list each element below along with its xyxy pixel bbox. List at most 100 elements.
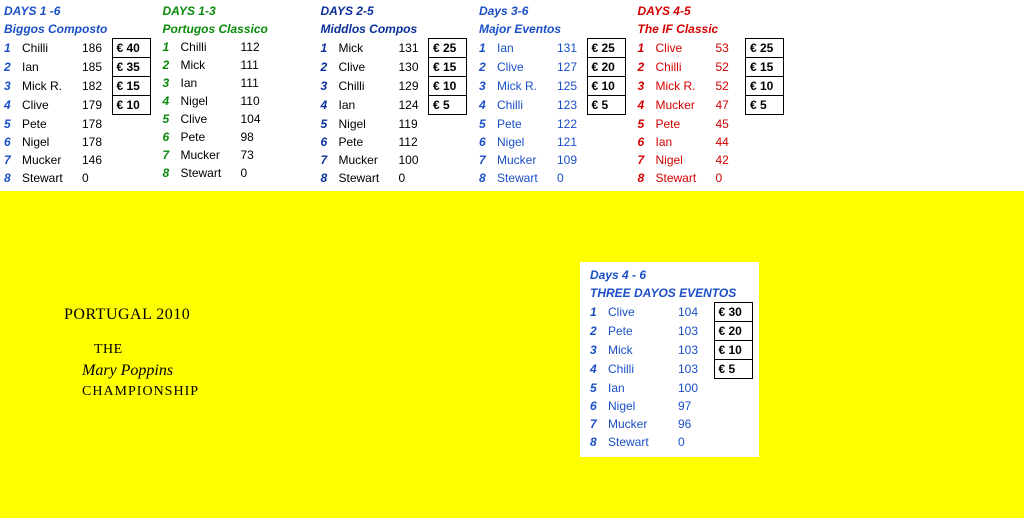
prize-cell: € 25: [429, 39, 467, 58]
table-row: 4Chilli103€ 5: [586, 360, 752, 379]
prize-cell: € 15: [112, 77, 150, 96]
table-row: 2Ian185€ 35: [0, 58, 150, 77]
table-row: 3Ian111: [159, 74, 309, 92]
table-row: 6Nigel121: [475, 133, 625, 151]
score-cell: 98: [237, 128, 271, 146]
table-row: 5Pete178: [0, 115, 150, 133]
rank-cell: 2: [475, 58, 493, 77]
table-row: 1Clive53€ 25: [634, 39, 784, 58]
table-row: 1Ian131€ 25: [475, 39, 625, 58]
rank-cell: 4: [317, 96, 335, 115]
header-competition-name: The IF Classic: [634, 20, 784, 39]
name-cell: Ian: [652, 133, 712, 151]
rank-cell: 5: [475, 115, 493, 133]
table-row: 1Chilli112: [159, 38, 309, 56]
score-cell: 0: [78, 169, 112, 187]
score-cell: 179: [78, 96, 112, 115]
rank-cell: 3: [586, 341, 604, 360]
prize-cell: [746, 133, 784, 151]
score-cell: 52: [712, 58, 746, 77]
score-cell: 111: [237, 74, 271, 92]
prize-cell: [271, 128, 309, 146]
table-row: 4Chilli123€ 5: [475, 96, 625, 115]
prize-cell: [587, 151, 625, 169]
prize-cell: € 35: [112, 58, 150, 77]
name-cell: Mucker: [335, 151, 395, 169]
prize-cell: € 10: [112, 96, 150, 115]
rank-cell: 4: [475, 96, 493, 115]
caption-line-3: Mary Poppins: [82, 362, 199, 380]
prize-cell: [112, 169, 150, 187]
prize-cell: € 10: [746, 77, 784, 96]
name-cell: Pete: [18, 115, 78, 133]
caption-line-2: THE: [94, 342, 199, 358]
table-row: 6Ian44: [634, 133, 784, 151]
score-cell: 186: [78, 39, 112, 58]
name-cell: Nigel: [652, 151, 712, 169]
prize-cell: € 25: [587, 39, 625, 58]
prize-cell: [587, 169, 625, 187]
score-cell: 52: [712, 77, 746, 96]
leaderboard-table: DAYS 1 -6Biggos Composto1Chilli186€ 402I…: [0, 2, 151, 187]
name-cell: Chilli: [604, 360, 674, 379]
rank-cell: 8: [317, 169, 335, 187]
name-cell: Mucker: [604, 415, 674, 433]
prize-cell: [714, 397, 752, 415]
rank-cell: 6: [634, 133, 652, 151]
prize-cell: € 40: [112, 39, 150, 58]
table-row: 2Chilli52€ 15: [634, 58, 784, 77]
rank-cell: 3: [475, 77, 493, 96]
prize-cell: [587, 115, 625, 133]
score-cell: 0: [712, 169, 746, 187]
score-cell: 182: [78, 77, 112, 96]
table-row: 8Stewart0: [0, 169, 150, 187]
prize-cell: € 5: [746, 96, 784, 115]
name-cell: Nigel: [335, 115, 395, 133]
name-cell: Pete: [493, 115, 553, 133]
score-cell: 119: [395, 115, 429, 133]
prize-cell: [714, 379, 752, 397]
name-cell: Nigel: [177, 92, 237, 110]
table-row: 2Clive130€ 15: [317, 58, 467, 77]
prize-cell: € 25: [746, 39, 784, 58]
name-cell: Clive: [177, 110, 237, 128]
table-row: 6Nigel178: [0, 133, 150, 151]
header-competition-name: Major Eventos: [475, 20, 625, 39]
prize-cell: € 10: [429, 77, 467, 96]
rank-cell: 7: [0, 151, 18, 169]
rank-cell: 6: [317, 133, 335, 151]
rank-cell: 8: [475, 169, 493, 187]
rank-cell: 6: [159, 128, 177, 146]
name-cell: Chilli: [493, 96, 553, 115]
name-cell: Mick: [335, 39, 395, 58]
score-cell: 127: [553, 58, 587, 77]
name-cell: Nigel: [604, 397, 674, 415]
rank-cell: 8: [159, 164, 177, 182]
table-row: 4Ian124€ 5: [317, 96, 467, 115]
table-row: 8Stewart0: [317, 169, 467, 187]
prize-cell: [271, 92, 309, 110]
rank-cell: 1: [586, 303, 604, 322]
name-cell: Stewart: [604, 433, 674, 451]
rank-cell: 6: [475, 133, 493, 151]
prize-cell: [746, 151, 784, 169]
table-row: 1Mick131€ 25: [317, 39, 467, 58]
name-cell: Mucker: [177, 146, 237, 164]
score-cell: 53: [712, 39, 746, 58]
prize-cell: [429, 133, 467, 151]
score-cell: 112: [395, 133, 429, 151]
rank-cell: 2: [586, 322, 604, 341]
table-row: 1Clive104€ 30: [586, 303, 752, 322]
score-cell: 103: [674, 322, 714, 341]
name-cell: Mick R.: [652, 77, 712, 96]
leaderboard-table: Days 4 - 6THREE DAYOS EVENTOS1Clive104€ …: [586, 266, 753, 451]
rank-cell: 4: [0, 96, 18, 115]
score-cell: 97: [674, 397, 714, 415]
prize-cell: [271, 146, 309, 164]
table-row: 4Mucker47€ 5: [634, 96, 784, 115]
rank-cell: 3: [634, 77, 652, 96]
rank-cell: 5: [634, 115, 652, 133]
prize-cell: € 5: [429, 96, 467, 115]
rank-cell: 2: [159, 56, 177, 74]
table-row: 7Mucker109: [475, 151, 625, 169]
